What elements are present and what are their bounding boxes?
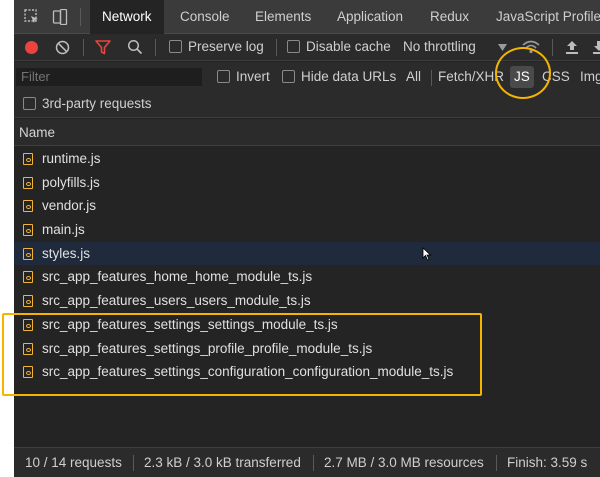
table-row[interactable]: src_app_features_home_home_module_ts.js <box>14 265 600 289</box>
status-separator <box>313 455 314 471</box>
hide-data-urls-label: Hide data URLs <box>301 69 397 84</box>
filter-separator <box>431 70 432 86</box>
table-row[interactable]: runtime.js <box>14 147 600 171</box>
clear-icon[interactable] <box>55 40 70 55</box>
tab-bar: Network Console Elements Application Red… <box>14 0 600 35</box>
filter-type-img[interactable]: Img <box>576 66 600 88</box>
status-separator <box>496 455 497 471</box>
chevron-down-icon[interactable] <box>498 44 507 51</box>
request-count: 10 / 14 requests <box>25 455 122 470</box>
tab-redux[interactable]: Redux <box>430 0 469 34</box>
request-name: vendor.js <box>42 198 97 214</box>
js-file-icon <box>23 247 33 260</box>
js-file-icon <box>23 200 33 213</box>
device-toolbar-icon[interactable] <box>52 9 68 25</box>
table-row[interactable]: polyfills.js <box>14 171 600 195</box>
tab-console[interactable]: Console <box>180 0 230 34</box>
hide-data-urls-checkbox[interactable] <box>282 70 295 83</box>
invert-checkbox[interactable] <box>217 70 230 83</box>
js-file-icon <box>23 224 33 237</box>
request-name: runtime.js <box>42 151 101 166</box>
export-har-icon[interactable] <box>592 40 600 55</box>
preserve-log-checkbox[interactable] <box>169 40 182 53</box>
table-row[interactable]: vendor.js <box>14 194 600 218</box>
filter-input[interactable] <box>16 68 202 86</box>
mouse-cursor-icon <box>422 246 432 261</box>
transferred-size: 2.3 kB / 3.0 kB transferred <box>144 455 301 470</box>
import-har-icon[interactable] <box>565 40 579 55</box>
tab-elements[interactable]: Elements <box>255 0 311 34</box>
disable-cache-checkbox[interactable] <box>287 40 300 53</box>
third-party-label: 3rd-party requests <box>42 96 152 111</box>
table-row[interactable]: main.js <box>14 218 600 242</box>
throttling-select[interactable]: No throttling <box>403 39 476 55</box>
disable-cache-label: Disable cache <box>306 39 391 54</box>
request-name: polyfills.js <box>42 174 100 190</box>
table-row[interactable]: src_app_features_users_users_module_ts.j… <box>14 289 600 313</box>
request-name: styles.js <box>42 245 91 261</box>
highlight-circle-js-filter <box>495 47 551 99</box>
resources-size: 2.7 MB / 3.0 MB resources <box>324 455 484 470</box>
search-icon[interactable] <box>127 39 143 55</box>
column-name-header[interactable]: Name <box>19 125 55 140</box>
tab-network[interactable]: Network <box>90 0 164 35</box>
request-name: src_app_features_home_home_module_ts.js <box>42 269 313 285</box>
status-separator <box>133 455 134 471</box>
request-name: main.js <box>42 222 85 238</box>
column-header[interactable]: Name <box>14 119 600 146</box>
inspect-element-icon[interactable] <box>24 9 40 25</box>
third-party-checkbox[interactable] <box>23 97 36 110</box>
tab-separator <box>80 8 81 26</box>
toolbar-separator <box>552 39 553 56</box>
js-file-icon <box>23 271 33 284</box>
toolbar-separator <box>276 39 277 56</box>
js-file-icon <box>23 176 33 189</box>
tab-application[interactable]: Application <box>337 0 403 34</box>
invert-label: Invert <box>236 69 270 84</box>
record-icon[interactable] <box>24 40 39 55</box>
preserve-log-label: Preserve log <box>188 39 264 54</box>
finish-time: Finish: 3.59 s <box>507 455 588 470</box>
tab-javascript-profiler[interactable]: JavaScript Profile <box>496 0 600 34</box>
highlight-box-settings-modules <box>2 313 482 396</box>
table-row-selected[interactable]: styles.js <box>14 241 600 266</box>
filter-type-all[interactable]: All <box>402 66 425 88</box>
toolbar-separator <box>155 39 156 56</box>
status-bar: 10 / 14 requests 2.3 kB / 3.0 kB transfe… <box>14 447 600 477</box>
request-name: src_app_features_users_users_module_ts.j… <box>42 293 311 309</box>
js-file-icon <box>23 153 33 165</box>
filter-icon[interactable] <box>95 40 111 55</box>
toolbar-separator <box>83 39 84 56</box>
js-file-icon <box>23 295 33 308</box>
